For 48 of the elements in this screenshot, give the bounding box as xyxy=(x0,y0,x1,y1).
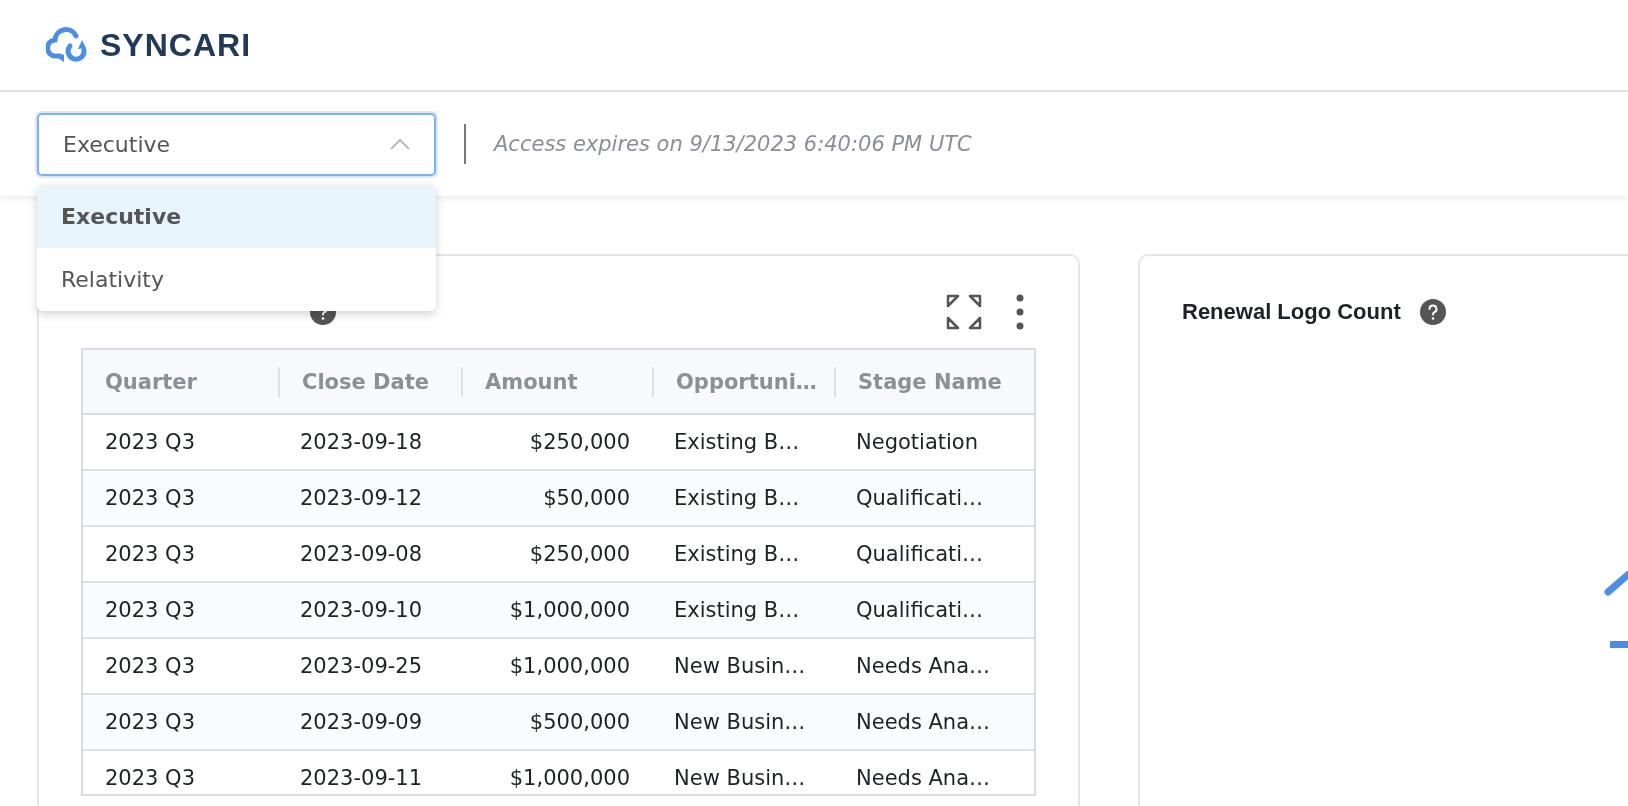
table-cell-text: $500,000 xyxy=(528,710,631,734)
access-note: Access expires on 9/13/2023 6:40:06 PM UTC xyxy=(494,132,972,156)
column-header[interactable]: Quarter xyxy=(83,366,278,397)
table-cell-text: 2023 Q3 xyxy=(104,486,196,510)
card-title: Renewal Logo Count xyxy=(1182,299,1401,325)
table-cell-text: 2023-09-25 xyxy=(299,654,424,678)
chevron-icon xyxy=(390,138,410,150)
table-cell-text: Negotiation xyxy=(855,430,979,454)
dashboard-select[interactable]: Executive xyxy=(37,112,436,176)
table-cell-text: Qualificati… xyxy=(855,486,985,510)
table-cell-text: 2023-09-09 xyxy=(299,710,424,734)
table-cell-text: 2023 Q3 xyxy=(104,430,196,454)
column-header[interactable]: Close Date xyxy=(278,366,461,397)
table-cell-text: New Busin… xyxy=(673,710,807,734)
table-cell-text: Needs Ana… xyxy=(855,654,992,678)
help-icon[interactable] xyxy=(1418,298,1447,326)
table-cell-text: 2023 Q3 xyxy=(104,598,196,622)
dropdown-option[interactable]: Executive xyxy=(37,184,436,248)
table-cell-text: 2023 Q3 xyxy=(104,766,196,790)
table-cell-text: $50,000 xyxy=(542,486,631,510)
table-cell-text: New Busin… xyxy=(673,654,807,678)
table-cell-text: 2023 Q3 xyxy=(104,542,196,566)
dropdown-option[interactable]: Relativity xyxy=(37,247,436,311)
table-cell-text: 2023-09-18 xyxy=(299,430,424,454)
table-cell-text: 2023-09-11 xyxy=(299,766,424,790)
table-cell-text: 2023 Q3 xyxy=(104,654,196,678)
table-cell-text: New Busin… xyxy=(673,766,807,790)
table-cell-text: Needs Ana… xyxy=(855,766,992,790)
column-header[interactable]: Stage Name xyxy=(834,366,1034,397)
table-cell-text: Qualificati… xyxy=(855,542,985,566)
table-cell-text: Qualificati… xyxy=(855,598,985,622)
logo-text: SYNCARI xyxy=(100,26,251,64)
table-cell-text: 2023-09-10 xyxy=(299,598,424,622)
column-header[interactable]: Opportuni… xyxy=(652,366,834,397)
table-cell-text: Existing B… xyxy=(673,486,801,510)
table-cell-text: $1,000,000 xyxy=(508,766,631,790)
table-cell-text: 2023-09-12 xyxy=(299,486,424,510)
table-cell-text: $250,000 xyxy=(528,430,631,454)
table-cell-text: Existing B… xyxy=(673,430,801,454)
table-cell-text: Existing B… xyxy=(673,598,801,622)
table-cell-text: 2023-09-08 xyxy=(299,542,424,566)
table-cell-text: $250,000 xyxy=(528,542,631,566)
column-header[interactable]: Amount xyxy=(461,366,652,397)
table-cell-text: Needs Ana… xyxy=(855,710,992,734)
table-cell-text: 2023 Q3 xyxy=(104,710,196,734)
table-cell-text: Existing B… xyxy=(673,542,801,566)
table-cell-text: $1,000,000 xyxy=(508,654,631,678)
table-cell-text: $1,000,000 xyxy=(508,598,631,622)
